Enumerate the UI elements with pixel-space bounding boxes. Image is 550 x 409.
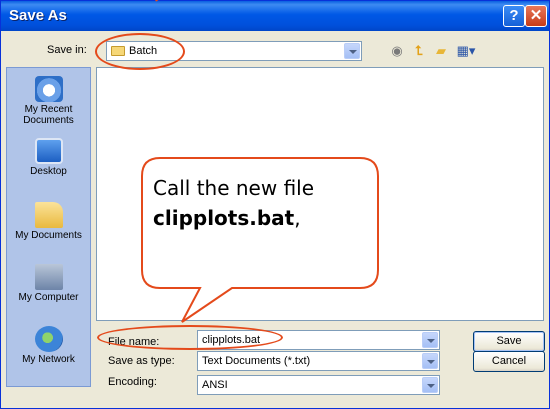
chevron-down-icon[interactable] <box>422 332 438 348</box>
save-in-label: Save in: <box>47 44 87 56</box>
cancel-button[interactable]: Cancel <box>473 351 545 372</box>
callout-line: Call the new file <box>153 176 315 200</box>
save-button[interactable]: Save <box>473 331 545 352</box>
my-computer-icon <box>34 264 63 290</box>
save-as-type-value: Text Documents (*.txt) <box>202 355 311 367</box>
place-label: My Network <box>22 354 75 365</box>
callout-suffix: , <box>294 206 301 230</box>
folder-icon <box>111 46 125 56</box>
desktop-icon <box>34 138 63 164</box>
title-bar[interactable]: Save As ? ✕ <box>1 1 549 31</box>
encoding-value: ANSI <box>202 379 228 391</box>
place-my-recent-documents[interactable]: My Recent Documents <box>7 76 90 126</box>
save-as-type-dropdown[interactable]: Text Documents (*.txt) <box>197 351 440 371</box>
place-label: My Recent Documents <box>23 104 74 126</box>
place-desktop[interactable]: Desktop <box>7 138 90 177</box>
file-name-input[interactable]: clipplots.bat <box>197 330 440 350</box>
recent-documents-icon <box>34 76 63 102</box>
my-documents-icon <box>34 202 63 228</box>
encoding-dropdown[interactable]: ANSI <box>197 375 440 395</box>
my-network-icon <box>34 326 63 352</box>
callout-text: Call the new file clipplots.bat, <box>153 173 368 233</box>
places-bar: My Recent Documents Desktop My Documents… <box>6 67 91 387</box>
file-name-value: clipplots.bat <box>202 334 261 346</box>
back-icon[interactable]: ◉ <box>387 41 407 61</box>
window-title: Save As <box>9 7 67 24</box>
encoding-label: Encoding: <box>108 376 157 388</box>
up-folder-icon[interactable]: ⮤ <box>409 41 429 61</box>
place-label: My Documents <box>15 230 82 241</box>
file-name-label: File name: <box>108 336 160 348</box>
place-label: My Computer <box>18 292 79 303</box>
chevron-down-icon[interactable] <box>344 43 360 59</box>
new-folder-icon[interactable]: ▰ <box>431 41 451 61</box>
chevron-down-icon[interactable] <box>422 377 438 393</box>
close-button[interactable]: ✕ <box>525 5 547 27</box>
callout-filename: clipplots.bat <box>153 206 295 230</box>
place-my-documents[interactable]: My Documents <box>7 202 90 241</box>
chevron-down-icon[interactable] <box>422 353 438 369</box>
save-in-value: Batch <box>129 45 158 57</box>
place-my-network[interactable]: My Network <box>7 326 90 365</box>
save-in-dropdown[interactable]: Batch <box>106 41 362 61</box>
save-as-type-label: Save as type: <box>108 355 175 367</box>
views-menu-icon[interactable]: ▦▾ <box>453 41 479 61</box>
place-my-computer[interactable]: My Computer <box>7 264 90 303</box>
place-label: Desktop <box>30 166 67 177</box>
help-button[interactable]: ? <box>503 5 525 27</box>
